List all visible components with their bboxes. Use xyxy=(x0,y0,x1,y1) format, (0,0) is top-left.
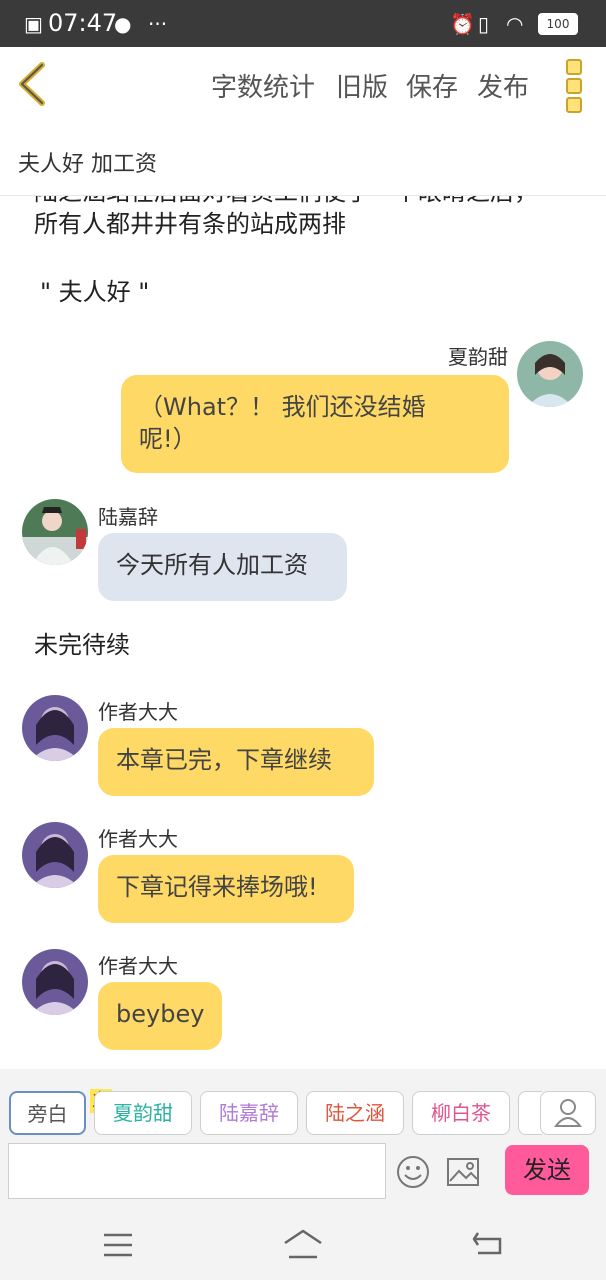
role-chip-narrator[interactable]: 旁白 xyxy=(9,1091,86,1135)
narration-text: 未完待续 xyxy=(34,631,130,659)
menu-icon[interactable] xyxy=(104,1233,132,1257)
status-bar: ▣ 07:47 ● ··· ⏰ ▯ ◠ 100 xyxy=(0,0,606,47)
app-bar: 字数统计 旧版 保存 发布 xyxy=(0,47,606,122)
chat-content[interactable]: 陆之涵站在后面对着员工们使了一个眼睛之后， 所有人都井井有条的站成两排 " 夫人… xyxy=(0,195,606,1069)
add-role-button[interactable] xyxy=(540,1091,596,1135)
vibrate-icon: ▯ xyxy=(478,12,490,36)
composer-panel: 旁白 主 夏韵甜 陆嘉辞 陆之涵 柳白茶 发送 xyxy=(0,1069,606,1209)
avatar[interactable] xyxy=(22,949,88,1015)
speaker-name: 作者大大 xyxy=(98,954,178,978)
bubble-text-line: 呢!） xyxy=(139,425,197,453)
image-icon[interactable] xyxy=(446,1157,480,1187)
role-chip[interactable]: 陆之涵 xyxy=(306,1091,404,1135)
speaker-name: 作者大大 xyxy=(98,827,178,851)
wifi-icon: ◠ xyxy=(506,12,524,36)
status-time: 07:47 xyxy=(48,9,118,37)
role-chip[interactable]: 柳白茶 xyxy=(412,1091,510,1135)
more-options-icon[interactable] xyxy=(566,59,582,113)
wechat-icon: ● xyxy=(114,12,132,36)
message-input[interactable] xyxy=(8,1143,386,1199)
person-icon xyxy=(553,1099,583,1127)
paragraph-line: 所有人都井井有条的站成两排 xyxy=(34,210,346,238)
chat-bubble-left[interactable]: beybey xyxy=(98,982,222,1050)
avatar[interactable] xyxy=(517,341,583,407)
bubble-text: 本章已完，下章继续 xyxy=(116,746,332,774)
battery-indicator: 100 xyxy=(538,13,578,35)
back-icon[interactable] xyxy=(472,1231,504,1257)
chat-bubble-left[interactable]: 下章记得来捧场哦! xyxy=(98,855,354,923)
system-nav-bar xyxy=(0,1209,606,1280)
bubble-text: 下章记得来捧场哦! xyxy=(116,873,318,901)
avatar[interactable] xyxy=(22,499,88,565)
save-button[interactable]: 保存 xyxy=(406,67,458,104)
role-chip[interactable]: 夏韵甜 xyxy=(94,1091,192,1135)
speaker-name: 作者大大 xyxy=(98,700,178,724)
avatar[interactable] xyxy=(22,695,88,761)
bubble-text: beybey xyxy=(116,1000,205,1028)
bubble-text: 今天所有人加工资 xyxy=(116,551,308,579)
role-chip-partial[interactable] xyxy=(518,1091,542,1135)
notification-x-icon: ▣ xyxy=(24,12,43,36)
avatar[interactable] xyxy=(22,822,88,888)
role-chip[interactable]: 陆嘉辞 xyxy=(200,1091,298,1135)
send-button[interactable]: 发送 xyxy=(505,1145,589,1195)
speaker-name: 陆嘉辞 xyxy=(98,505,158,529)
quote-text: " 夫人好 " xyxy=(40,278,150,306)
chapter-title: 夫人好 加工资 xyxy=(18,152,157,177)
more-notifications-icon: ··· xyxy=(148,12,168,36)
alarm-icon: ⏰ xyxy=(450,12,475,36)
chat-bubble-right[interactable]: （What？！ 我们还没结婚 呢!） xyxy=(121,375,509,473)
word-count-button[interactable]: 字数统计 xyxy=(211,67,315,104)
old-version-button[interactable]: 旧版 xyxy=(336,67,388,104)
bubble-text-line: （What？！ 我们还没结婚 xyxy=(139,393,426,421)
speaker-name: 夏韵甜 xyxy=(448,345,508,369)
chapter-title-bar[interactable]: 夫人好 加工资 xyxy=(0,121,606,196)
publish-button[interactable]: 发布 xyxy=(477,67,529,104)
back-chevron-icon[interactable] xyxy=(14,61,54,107)
chat-bubble-left[interactable]: 本章已完，下章继续 xyxy=(98,728,374,796)
home-icon[interactable] xyxy=(283,1229,323,1259)
chat-bubble-left[interactable]: 今天所有人加工资 xyxy=(98,533,347,601)
emoji-icon[interactable] xyxy=(396,1155,430,1189)
